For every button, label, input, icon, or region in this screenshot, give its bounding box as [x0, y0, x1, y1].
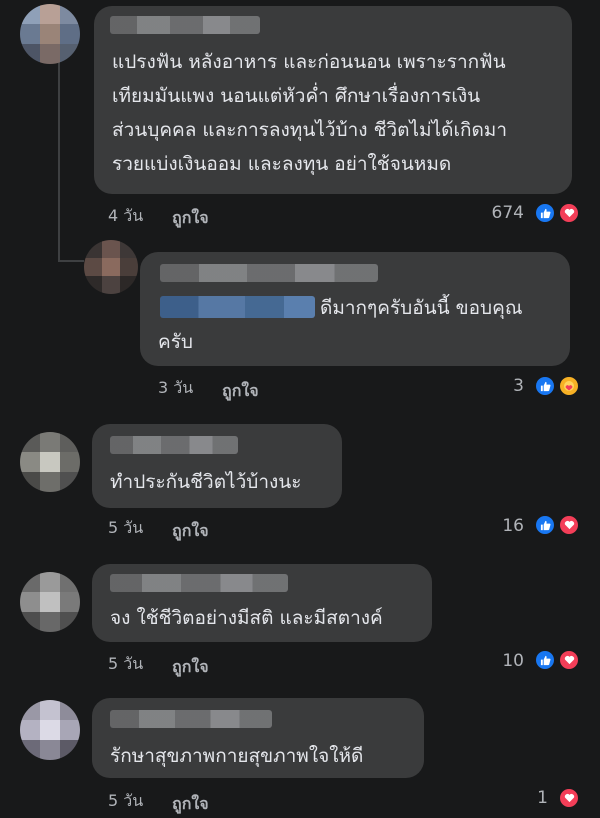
like-button[interactable]: ถูกใจ: [222, 379, 259, 404]
love-reaction-icon[interactable]: [558, 649, 580, 671]
comment-text-line: แปรงฟัน หลังอาหาร และก่อนนอน เพราะรากฟัน: [112, 51, 506, 73]
comment-text-line: จง ใช้ชีวิตอย่างมีสติ และมีสตางค์: [110, 607, 383, 629]
comment-time[interactable]: 5 วัน: [108, 789, 143, 814]
comment-text-line: รวยแบ่งเงินออม และลงทุน อย่าใช้จนหมด: [112, 153, 452, 175]
commenter-name[interactable]: [110, 710, 272, 728]
avatar[interactable]: [20, 700, 80, 760]
thread-connector-branch: [58, 260, 84, 262]
avatar[interactable]: [84, 240, 138, 294]
comment-text-line: ทำประกันชีวิตไว้บ้างนะ: [110, 471, 302, 493]
like-reaction-icon[interactable]: [534, 649, 556, 671]
comment-text-line: รักษาสุขภาพกายสุขภาพใจให้ดี: [110, 745, 364, 767]
thread-connector: [58, 62, 60, 262]
like-button[interactable]: ถูกใจ: [172, 792, 209, 817]
reaction-count[interactable]: 674: [470, 203, 524, 223]
reaction-count[interactable]: 10: [480, 651, 524, 671]
comment-text-line: ดีมากๆครับอันนี้ ขอบคุณ: [320, 297, 523, 319]
commenter-name[interactable]: [110, 574, 288, 592]
reaction-count[interactable]: 16: [480, 516, 524, 536]
like-reaction-icon[interactable]: [534, 375, 556, 397]
like-reaction-icon[interactable]: [534, 202, 556, 224]
comment-time[interactable]: 3 วัน: [158, 376, 193, 401]
reaction-count[interactable]: 3: [480, 376, 524, 396]
avatar[interactable]: [20, 572, 80, 632]
comment-time[interactable]: 5 วัน: [108, 652, 143, 677]
comment-time[interactable]: 5 วัน: [108, 516, 143, 541]
love-reaction-icon[interactable]: [558, 787, 580, 809]
comment-text-line: เทียมมันแพง นอนแต่หัวค่ำ ศึกษาเรื่องการเ…: [112, 85, 481, 107]
reaction-count[interactable]: 1: [500, 788, 548, 808]
like-button[interactable]: ถูกใจ: [172, 655, 209, 680]
avatar[interactable]: [20, 432, 80, 492]
comment-time[interactable]: 4 วัน: [108, 204, 143, 229]
like-reaction-icon[interactable]: [534, 514, 556, 536]
care-reaction-icon[interactable]: [558, 375, 580, 397]
comment-bubble: ทำประกันชีวิตไว้บ้างนะ: [92, 424, 342, 508]
mentioned-user[interactable]: [160, 296, 315, 318]
comment-bubble: จง ใช้ชีวิตอย่างมีสติ และมีสตางค์: [92, 564, 432, 642]
commenter-name[interactable]: [110, 436, 238, 454]
comment-bubble: ดีมากๆครับอันนี้ ขอบคุณ ครับ: [140, 252, 570, 366]
like-button[interactable]: ถูกใจ: [172, 206, 209, 231]
commenter-name[interactable]: [110, 16, 260, 34]
comment-bubble: แปรงฟัน หลังอาหาร และก่อนนอน เพราะรากฟัน…: [94, 6, 572, 194]
comment-text-line: ส่วนบุคคล และการลงทุนไว้บ้าง ชีวิตไม่ได้…: [112, 119, 508, 141]
comment-bubble: รักษาสุขภาพกายสุขภาพใจให้ดี: [92, 698, 424, 778]
comment-text-line: ครับ: [158, 331, 193, 353]
like-button[interactable]: ถูกใจ: [172, 519, 209, 544]
avatar[interactable]: [20, 4, 80, 64]
love-reaction-icon[interactable]: [558, 514, 580, 536]
love-reaction-icon[interactable]: [558, 202, 580, 224]
commenter-name[interactable]: [160, 264, 378, 282]
